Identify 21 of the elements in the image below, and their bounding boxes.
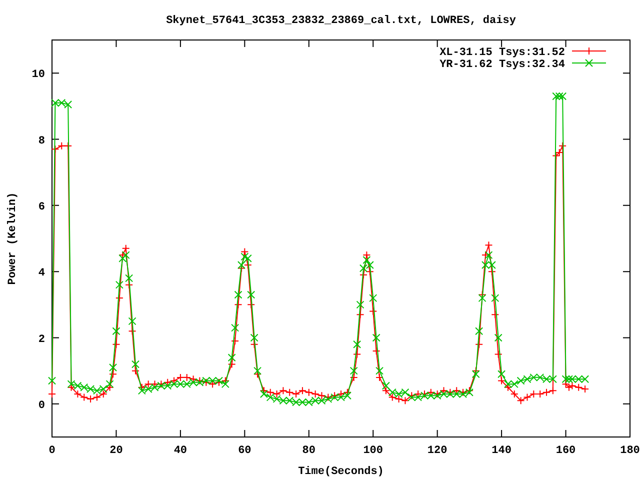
tick-label: 40 (174, 445, 188, 457)
tick-label: 4 (38, 268, 45, 280)
tick-label: 100 (363, 445, 384, 457)
tick-label: 0 (38, 400, 45, 412)
tick-label: 2 (38, 334, 45, 346)
legend-label: XL-31.15 Tsys:31.52 (440, 47, 565, 59)
tick-label: 120 (427, 445, 448, 457)
tick-label: 10 (32, 69, 45, 82)
legend-label: YR-31.62 Tsys:32.34 (440, 59, 565, 71)
tick-label: 140 (492, 445, 512, 457)
tick-label: 6 (38, 201, 45, 214)
tick-label: 20 (110, 445, 123, 457)
tick-label: 60 (238, 445, 252, 457)
y-axis-label: Power (Kelvin) (7, 192, 19, 285)
tick-label: 80 (302, 445, 316, 457)
chart-title: Skynet_57641_3C353_23832_23869_cal.txt, LOWRES, daisy (166, 15, 516, 27)
tick-label: 180 (620, 445, 640, 457)
x-axis-label: Time(Seconds) (298, 466, 384, 478)
tick-label: 0 (48, 445, 56, 457)
tick-label: 160 (556, 445, 576, 457)
tick-label: 8 (38, 135, 45, 148)
